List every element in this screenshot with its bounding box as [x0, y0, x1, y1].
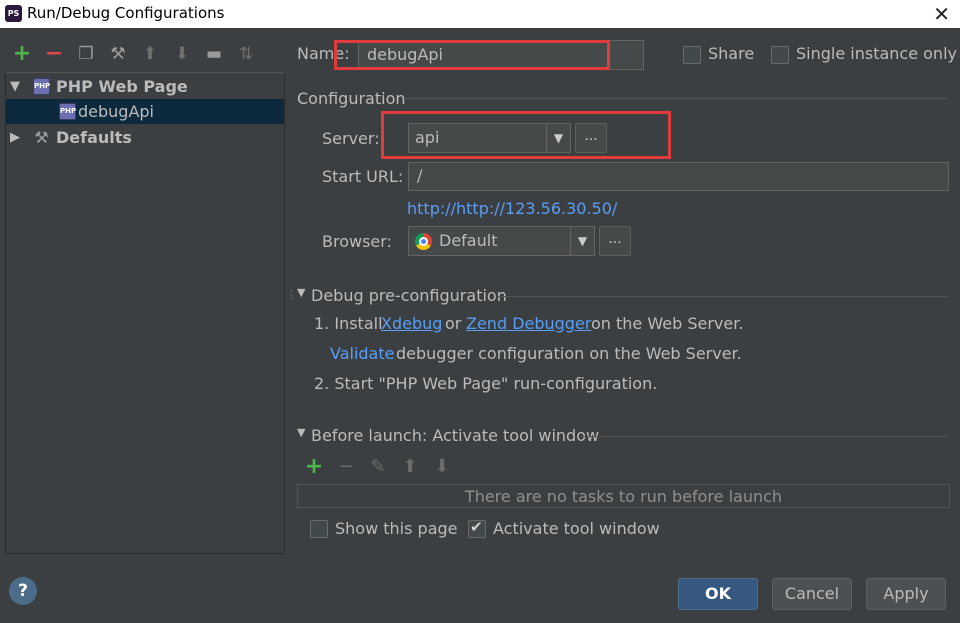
- ok-button[interactable]: OK: [678, 578, 758, 610]
- expanded-arrow-icon[interactable]: ▼: [297, 426, 305, 439]
- browser-select[interactable]: Default ▼: [408, 226, 595, 256]
- start-url-label: Start URL:: [322, 167, 404, 186]
- tree-item-debugapi[interactable]: PHP debugApi: [6, 99, 284, 124]
- share-label: Share: [708, 44, 755, 63]
- browser-browse-button[interactable]: ...: [599, 226, 631, 256]
- cancel-button[interactable]: Cancel: [772, 578, 852, 610]
- divider: [498, 296, 947, 297]
- copy-icon[interactable]: ❐: [70, 43, 102, 65]
- tree-item-defaults[interactable]: ▶ ⚒ Defaults: [6, 125, 284, 150]
- start-text: 2. Start "PHP Web Page" run-configuratio…: [314, 374, 658, 393]
- arrow-up-icon[interactable]: ⬆: [394, 455, 426, 479]
- arrow-up-icon[interactable]: ⬆: [134, 43, 166, 65]
- server-select[interactable]: api ▼: [408, 123, 571, 153]
- close-icon[interactable]: ✕: [933, 2, 950, 26]
- name-label: Name:: [297, 44, 350, 63]
- install-text: 1. Install: [314, 314, 383, 333]
- expanded-arrow-icon[interactable]: ▼: [10, 74, 20, 99]
- single-instance-checkbox[interactable]: [771, 46, 789, 64]
- wrench-icon[interactable]: ⚒: [102, 43, 134, 65]
- php-icon: PHP: [33, 78, 50, 95]
- configuration-header: Configuration: [297, 89, 406, 108]
- start-url-input[interactable]: /: [408, 162, 949, 191]
- server-browse-button[interactable]: ...: [575, 123, 607, 153]
- show-this-page-label: Show this page: [335, 519, 458, 538]
- sort-icon[interactable]: ⇅: [230, 43, 262, 65]
- apply-button[interactable]: Apply: [866, 578, 946, 610]
- folder-icon[interactable]: ▬: [198, 43, 230, 65]
- tree-defaults-label: Defaults: [56, 128, 132, 147]
- expanded-arrow-icon[interactable]: ▼: [297, 286, 305, 299]
- arrow-down-icon[interactable]: ⬇: [426, 455, 458, 479]
- divider: [580, 436, 947, 437]
- server-label: Server:: [322, 129, 380, 148]
- splitter-handle-icon[interactable]: ⋮: [286, 288, 297, 301]
- browser-value: Default: [439, 231, 498, 250]
- collapsed-arrow-icon[interactable]: ▶: [10, 125, 20, 150]
- tree-group-label: PHP Web Page: [56, 77, 188, 96]
- name-input[interactable]: debugApi: [358, 40, 644, 70]
- remove-icon[interactable]: −: [38, 43, 70, 65]
- config-toolbar: + − ❐ ⚒ ⬆ ⬇ ▬ ⇅: [6, 43, 262, 65]
- browser-label: Browser:: [322, 232, 392, 251]
- zend-debugger-link[interactable]: Zend Debugger: [466, 314, 591, 333]
- activate-tool-window-label: Activate tool window: [493, 519, 660, 538]
- single-instance-label: Single instance only: [796, 44, 957, 63]
- chevron-down-icon[interactable]: ▼: [570, 227, 594, 255]
- share-checkbox[interactable]: [683, 46, 701, 64]
- before-launch-header: Before launch: Activate tool window: [311, 426, 600, 445]
- tree-group-php-web-page[interactable]: ▼ PHP PHP Web Page: [6, 74, 284, 99]
- validate-link[interactable]: Validate: [330, 344, 394, 363]
- edit-icon[interactable]: ✎: [362, 455, 394, 479]
- divider: [405, 98, 947, 99]
- title-bar: PS Run/Debug Configurations ✕: [0, 0, 960, 28]
- help-icon[interactable]: ?: [9, 577, 37, 605]
- window-title: Run/Debug Configurations: [27, 4, 225, 22]
- server-value: api: [415, 128, 440, 147]
- before-launch-toolbar: + − ✎ ⬆ ⬇: [298, 455, 458, 479]
- before-launch-task-list[interactable]: There are no tasks to run before launch: [297, 484, 950, 508]
- chevron-down-icon[interactable]: ▼: [546, 124, 570, 152]
- chrome-icon: [415, 233, 432, 250]
- debug-pre-header: Debug pre-configuration: [311, 286, 507, 305]
- wrench-icon: ⚒: [34, 128, 49, 147]
- validate-text: debugger configuration on the Web Server…: [396, 344, 742, 363]
- or-text: or: [445, 314, 462, 333]
- add-icon[interactable]: +: [6, 43, 38, 65]
- show-this-page-checkbox[interactable]: [310, 520, 328, 538]
- remove-icon[interactable]: −: [330, 455, 362, 479]
- on-web-server-text: on the Web Server.: [591, 314, 744, 333]
- arrow-down-icon[interactable]: ⬇: [166, 43, 198, 65]
- xdebug-link[interactable]: Xdebug: [381, 314, 442, 333]
- php-icon: PHP: [59, 103, 76, 120]
- tree-item-label: debugApi: [78, 102, 154, 121]
- phpstorm-app-icon: PS: [5, 5, 24, 24]
- config-tree: ▼ PHP PHP Web Page PHP debugApi ▶ ⚒ Defa…: [5, 72, 285, 554]
- activate-tool-window-checkbox[interactable]: [468, 518, 486, 538]
- add-icon[interactable]: +: [298, 455, 330, 479]
- resolved-url-link[interactable]: http://http://123.56.30.50/: [407, 199, 617, 218]
